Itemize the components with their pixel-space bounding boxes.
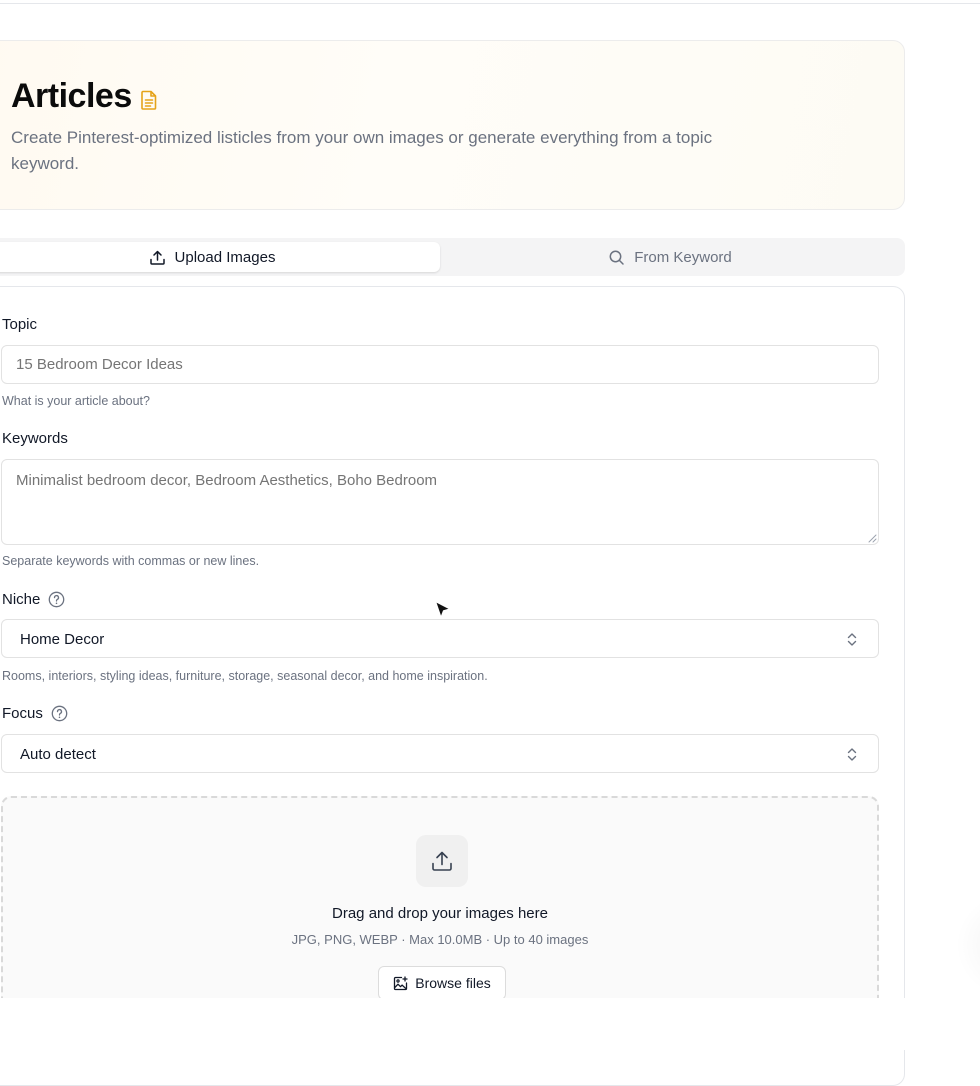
keywords-field-wrap — [1, 459, 879, 545]
chevron-up-down-icon — [847, 633, 857, 646]
topic-hint: What is your article about? — [2, 394, 150, 408]
niche-label: Niche — [2, 591, 65, 608]
chevron-up-down-icon — [847, 748, 857, 761]
keywords-label-text: Keywords — [2, 430, 68, 447]
niche-label-text: Niche — [2, 591, 41, 608]
floating-edge-shadow — [955, 890, 980, 1000]
resize-handle-icon[interactable] — [868, 534, 877, 543]
search-icon — [609, 250, 624, 265]
niche-hint: Rooms, interiors, styling ideas, furnitu… — [2, 669, 488, 683]
browse-files-button[interactable]: Browse files — [378, 966, 506, 1000]
topic-label-text: Topic — [2, 316, 38, 333]
page-title-row: Articles — [11, 77, 158, 116]
image-dropzone[interactable]: Drag and drop your images here JPG, PNG,… — [1, 796, 879, 1026]
focus-selected-value: Auto detect — [20, 746, 96, 763]
focus-select[interactable]: Auto detect — [1, 734, 879, 773]
tab-label: From Keyword — [634, 248, 732, 266]
niche-selected-value: Home Decor — [20, 631, 105, 648]
help-circle-icon[interactable] — [51, 705, 68, 722]
tab-from-keyword[interactable]: From Keyword — [440, 242, 900, 272]
source-tabs: Upload Images From Keyword — [0, 238, 905, 276]
help-circle-icon[interactable] — [48, 591, 65, 608]
topic-input[interactable] — [1, 345, 879, 384]
keywords-hint: Separate keywords with commas or new lin… — [2, 554, 260, 568]
mouse-cursor-icon — [434, 600, 451, 619]
tab-upload-images[interactable]: Upload Images — [0, 242, 440, 272]
viewport-bottom — [0, 998, 980, 1050]
keywords-textarea[interactable] — [1, 459, 879, 545]
upload-icon — [432, 851, 452, 871]
dropzone-subtitle: JPG, PNG, WEBP · Max 10.0MB · Up to 40 i… — [291, 932, 589, 947]
top-divider — [0, 3, 980, 4]
page-header: Articles Create Pinterest-optimized list… — [0, 40, 905, 210]
image-plus-icon — [394, 975, 408, 990]
page-title: Articles — [11, 77, 132, 115]
tab-label: Upload Images — [174, 248, 276, 266]
keywords-label: Keywords — [2, 430, 68, 447]
document-icon — [140, 90, 157, 110]
topic-label: Topic — [2, 316, 37, 333]
upload-icon — [149, 250, 165, 265]
niche-select[interactable]: Home Decor — [1, 619, 879, 658]
focus-label-text: Focus — [2, 705, 43, 722]
focus-label: Focus — [2, 705, 68, 722]
dropzone-upload-badge — [416, 835, 468, 887]
page-description: Create Pinterest-optimized listicles fro… — [11, 128, 713, 173]
dropzone-title: Drag and drop your images here — [332, 905, 548, 922]
browse-files-label: Browse files — [415, 975, 491, 991]
